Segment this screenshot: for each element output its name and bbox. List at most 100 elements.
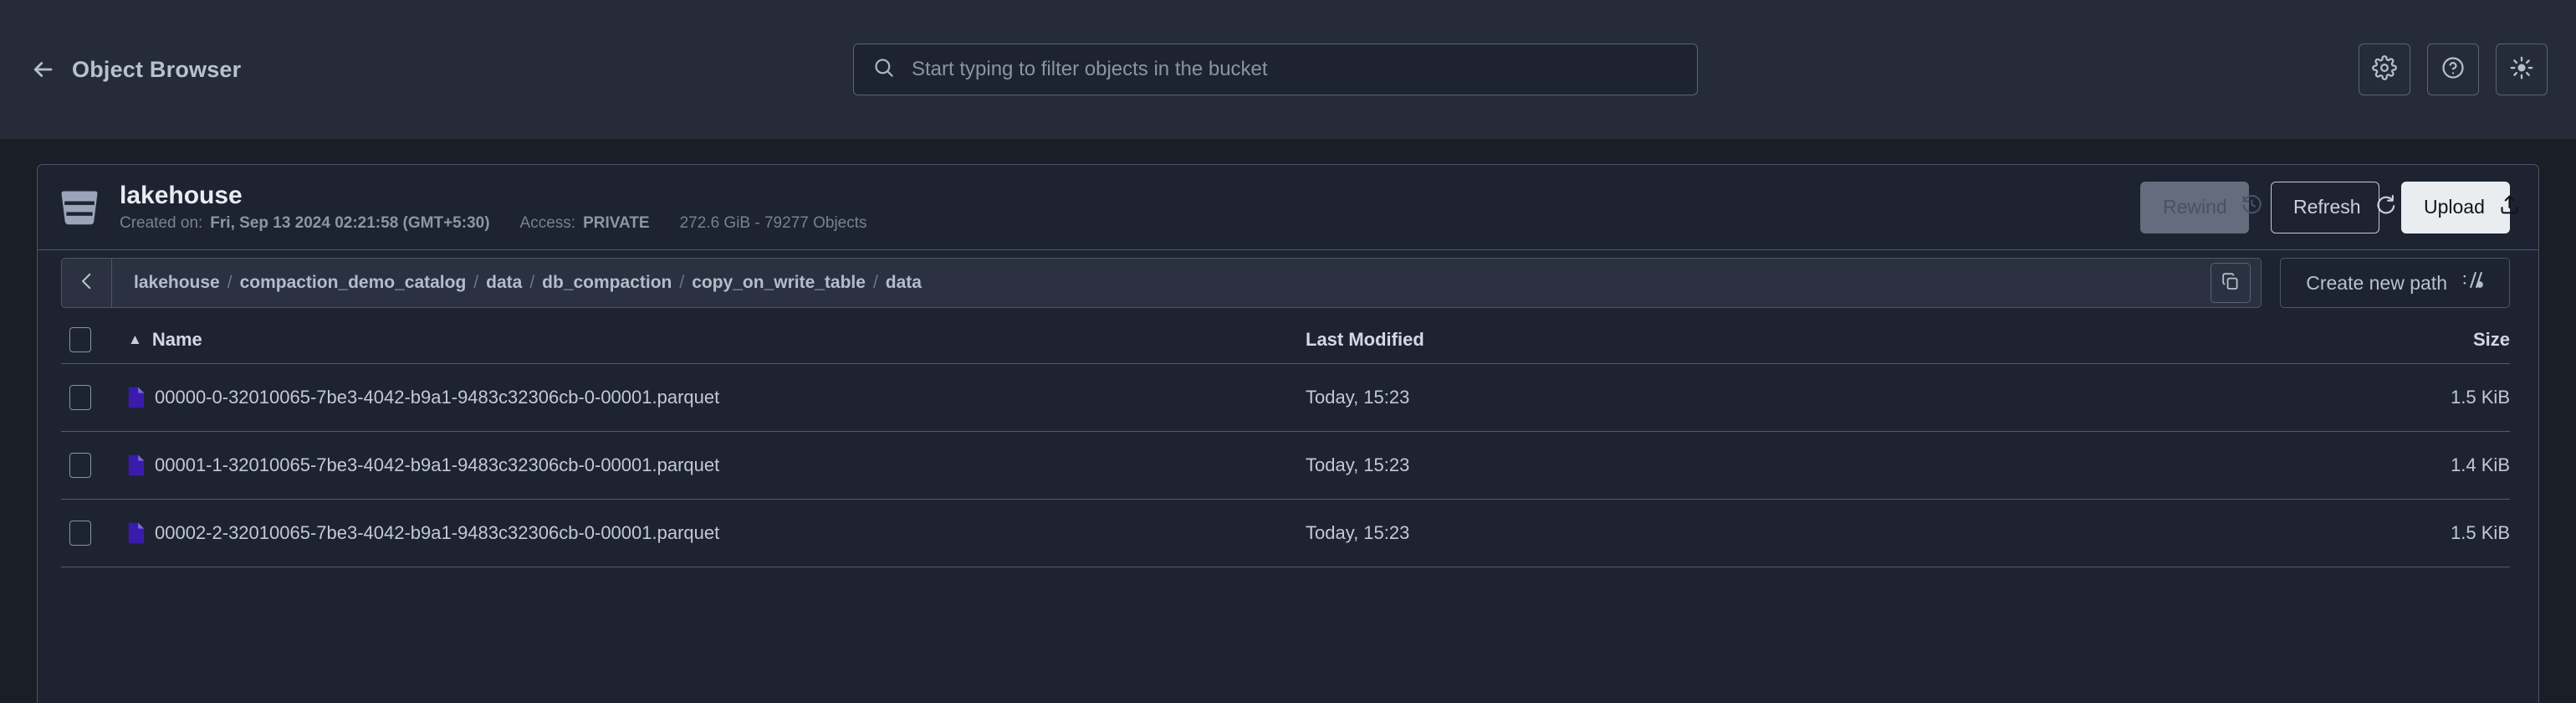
top-app-bar: Object Browser Start typing to filter ob… bbox=[0, 0, 2576, 139]
row-checkbox[interactable] bbox=[69, 521, 91, 546]
breadcrumb-bar: lakehouse / compaction_demo_catalog / data / d… bbox=[38, 250, 2538, 316]
search-icon bbox=[872, 56, 895, 83]
rewind-button-label: Rewind bbox=[2163, 196, 2227, 218]
create-new-path-button[interactable]: Create new path bbox=[2280, 258, 2510, 308]
table-row[interactable]: 00002-2-32010065-7be3-4042-b9a1-9483c323… bbox=[61, 500, 2510, 567]
copy-path-button[interactable] bbox=[2211, 263, 2251, 303]
table-body: 00000-0-32010065-7be3-4042-b9a1-9483c323… bbox=[61, 364, 2510, 567]
parquet-file-icon bbox=[128, 522, 145, 544]
search-input[interactable]: Start typing to filter objects in the bu… bbox=[853, 44, 1698, 95]
row-checkbox[interactable] bbox=[69, 385, 91, 410]
page-title: Object Browser bbox=[72, 56, 242, 82]
gear-icon bbox=[2372, 54, 2397, 85]
column-header-size[interactable]: Size bbox=[2301, 329, 2510, 351]
parquet-file-icon bbox=[128, 387, 145, 408]
breadcrumb-segment[interactable]: data bbox=[486, 273, 522, 292]
copy-icon bbox=[2221, 271, 2241, 295]
object-size: 1.4 KiB bbox=[2451, 454, 2510, 475]
row-checkbox[interactable] bbox=[69, 453, 91, 478]
object-size: 1.5 KiB bbox=[2451, 387, 2510, 408]
arrow-left-icon[interactable] bbox=[28, 55, 57, 84]
refresh-button[interactable]: Refresh bbox=[2271, 181, 2395, 233]
bucket-name: lakehouse bbox=[120, 181, 243, 209]
column-header-last-modified[interactable]: Last Modified bbox=[1306, 329, 2301, 351]
page-body: lakehouse Created on: Fri, Sep 13 2024 0… bbox=[0, 139, 2576, 703]
bucket-stats: 272.6 GiB - 79277 Objects bbox=[679, 214, 867, 233]
chevron-left-icon bbox=[76, 270, 98, 296]
bucket-action-group: Rewind Refresh Upload bbox=[2140, 181, 2518, 233]
topbar-action-group bbox=[2359, 44, 2548, 95]
rewind-clock-icon bbox=[2241, 193, 2263, 221]
upload-button-label: Upload bbox=[2424, 196, 2485, 218]
column-header-size-label: Size bbox=[2472, 328, 2510, 350]
cell-last-modified: Today, 15:23 bbox=[1306, 387, 2301, 408]
breadcrumb-back-button[interactable] bbox=[62, 259, 112, 307]
refresh-icon bbox=[2374, 193, 2397, 221]
breadcrumb-segment[interactable]: copy_on_write_table bbox=[692, 273, 866, 292]
cell-size: 1.4 KiB bbox=[2301, 454, 2510, 476]
new-path-icon bbox=[2462, 269, 2484, 296]
row-select-cell bbox=[61, 385, 128, 410]
bucket-info: lakehouse Created on: Fri, Sep 13 2024 0… bbox=[120, 182, 2140, 233]
select-all-cell bbox=[61, 326, 128, 352]
settings-button[interactable] bbox=[2359, 44, 2410, 95]
upload-button[interactable]: Upload bbox=[2401, 181, 2518, 233]
parquet-file-icon bbox=[128, 454, 145, 476]
breadcrumb-segment[interactable]: lakehouse bbox=[134, 273, 220, 292]
refresh-button-label: Refresh bbox=[2293, 196, 2361, 218]
select-all-checkbox[interactable] bbox=[69, 326, 91, 352]
breadcrumb-separator: / bbox=[679, 273, 685, 292]
breadcrumb-segment[interactable]: data bbox=[886, 273, 922, 292]
cell-last-modified: Today, 15:23 bbox=[1306, 454, 2301, 476]
object-name[interactable]: 00002-2-32010065-7be3-4042-b9a1-9483c323… bbox=[155, 522, 719, 544]
row-select-cell bbox=[61, 521, 128, 546]
breadcrumb-segment[interactable]: db_compaction bbox=[542, 273, 672, 292]
breadcrumb-separator: / bbox=[473, 273, 479, 292]
upload-icon bbox=[2498, 193, 2521, 221]
bucket-meta: Created on: Fri, Sep 13 2024 02:21:58 (G… bbox=[120, 214, 2140, 233]
topbar-left-group: Object Browser bbox=[0, 55, 853, 84]
table-row[interactable]: 00000-0-32010065-7be3-4042-b9a1-9483c323… bbox=[61, 364, 2510, 432]
object-name[interactable]: 00000-0-32010065-7be3-4042-b9a1-9483c323… bbox=[155, 387, 719, 408]
breadcrumb-segment[interactable]: compaction_demo_catalog bbox=[240, 273, 467, 292]
create-new-path-label: Create new path bbox=[2306, 271, 2447, 294]
breadcrumb-container: lakehouse / compaction_demo_catalog / data / d… bbox=[61, 258, 2262, 308]
breadcrumb-separator: / bbox=[529, 273, 535, 292]
sun-icon bbox=[2509, 55, 2534, 85]
search-container: Start typing to filter objects in the bu… bbox=[853, 44, 1698, 95]
access-value: PRIVATE bbox=[583, 214, 650, 233]
table-row[interactable]: 00001-1-32010065-7be3-4042-b9a1-9483c323… bbox=[61, 432, 2510, 500]
breadcrumb[interactable]: lakehouse / compaction_demo_catalog / data / d… bbox=[112, 273, 2211, 293]
cell-size: 1.5 KiB bbox=[2301, 522, 2510, 544]
table-header-row: ▲ Name Last Modified Size bbox=[61, 316, 2510, 364]
breadcrumb-separator: / bbox=[227, 273, 233, 292]
object-last-modified: Today, 15:23 bbox=[1306, 387, 1410, 408]
bucket-header: lakehouse Created on: Fri, Sep 13 2024 0… bbox=[38, 165, 2538, 250]
object-last-modified: Today, 15:23 bbox=[1306, 522, 1410, 543]
bucket-icon bbox=[61, 187, 98, 228]
help-circle-icon bbox=[2441, 55, 2466, 85]
access-label: Access: bbox=[519, 214, 576, 233]
rewind-button[interactable]: Rewind bbox=[2140, 181, 2262, 233]
row-select-cell bbox=[61, 453, 128, 478]
cell-name: 00000-0-32010065-7be3-4042-b9a1-9483c323… bbox=[128, 387, 1306, 408]
cell-name: 00001-1-32010065-7be3-4042-b9a1-9483c323… bbox=[128, 454, 1306, 476]
object-size: 1.5 KiB bbox=[2451, 522, 2510, 543]
created-value: Fri, Sep 13 2024 02:21:58 (GMT+5:30) bbox=[210, 214, 490, 233]
column-header-name[interactable]: ▲ Name bbox=[128, 329, 1306, 351]
search-placeholder-text: Start typing to filter objects in the bu… bbox=[912, 58, 1268, 80]
cell-name: 00002-2-32010065-7be3-4042-b9a1-9483c323… bbox=[128, 522, 1306, 544]
cell-last-modified: Today, 15:23 bbox=[1306, 522, 2301, 544]
object-last-modified: Today, 15:23 bbox=[1306, 454, 1410, 475]
column-header-last-modified-label: Last Modified bbox=[1306, 328, 1424, 350]
object-browser-panel: lakehouse Created on: Fri, Sep 13 2024 0… bbox=[37, 164, 2539, 703]
column-header-name-label: Name bbox=[151, 328, 202, 350]
breadcrumb-separator: / bbox=[872, 273, 878, 292]
objects-table: ▲ Name Last Modified Size 00000-0-320100… bbox=[38, 316, 2538, 567]
cell-size: 1.5 KiB bbox=[2301, 387, 2510, 408]
created-label: Created on: bbox=[120, 214, 203, 233]
object-name[interactable]: 00001-1-32010065-7be3-4042-b9a1-9483c323… bbox=[155, 454, 719, 476]
help-button[interactable] bbox=[2427, 44, 2479, 95]
sort-ascending-icon: ▲ bbox=[128, 331, 142, 347]
theme-toggle-button[interactable] bbox=[2496, 44, 2548, 95]
